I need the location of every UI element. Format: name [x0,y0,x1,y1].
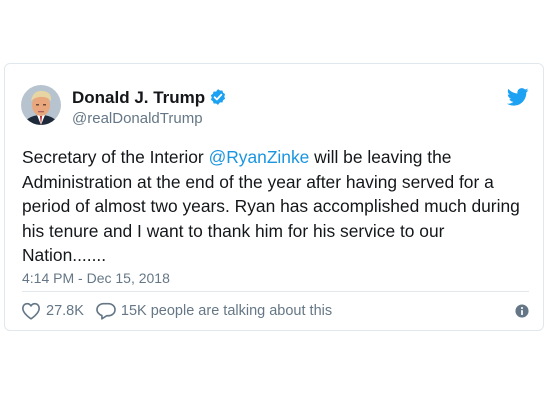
action-bar: 27.8K 15K people are talking about this [21,300,529,322]
tweet-text: Secretary of the Interior @RyanZinke wil… [22,145,532,268]
speech-bubble-icon [96,302,116,320]
conversation-button[interactable]: 15K people are talking about this [96,302,332,320]
twitter-bird-icon[interactable] [506,88,529,111]
mention-link[interactable]: @RyanZinke [209,147,310,167]
author-name-text: Donald J. Trump [72,88,206,107]
tweet-card: Donald J. Trump @realDonaldTrump Secreta… [4,63,544,331]
verified-badge-icon [209,88,227,111]
author-name[interactable]: Donald J. Trump [72,88,227,111]
like-button[interactable]: 27.8K [21,302,84,320]
heart-icon [22,302,40,320]
tweet-timestamp[interactable]: 4:14 PM - Dec 15, 2018 [22,269,170,287]
info-button[interactable] [515,304,529,318]
info-icon [515,304,529,318]
divider [22,291,529,292]
avatar[interactable] [21,85,61,125]
tweet-text-part-1: Secretary of the Interior [22,147,209,167]
talking-count: 15K people are talking about this [120,303,333,319]
like-count: 27.8K [46,303,84,319]
author-handle[interactable]: @realDonaldTrump [72,110,203,128]
